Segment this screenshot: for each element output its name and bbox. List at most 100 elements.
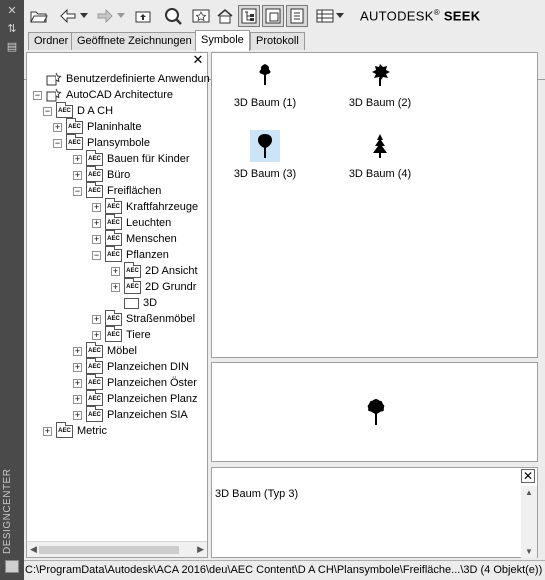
tree-symbol-1-icon — [250, 59, 280, 91]
properties-icon[interactable]: ▤ — [5, 40, 19, 54]
tree-row-label: AutoCAD Architecture — [66, 89, 173, 101]
collapse-icon[interactable]: − — [33, 90, 42, 100]
tree-row[interactable]: − AEC Plansymbole — [53, 133, 150, 151]
tree-row[interactable]: − AEC D A CH — [43, 101, 113, 119]
conifer-symbol-icon — [365, 130, 395, 162]
tree-row-label: Pflanzen — [126, 249, 169, 261]
expand-icon[interactable]: + — [73, 378, 82, 388]
back-icon[interactable] — [57, 5, 79, 27]
aec-folder-icon: AEC — [105, 309, 122, 326]
expand-icon[interactable]: + — [92, 234, 101, 244]
search-icon[interactable] — [162, 5, 184, 27]
description-scrollbar[interactable]: ▲ ▼ — [521, 486, 537, 558]
tree-row[interactable]: + AEC Büro — [73, 165, 130, 183]
symbol-item[interactable]: 3D Baum (1) — [220, 59, 310, 119]
symbol-item-label: 3D Baum (3) — [233, 168, 297, 180]
tree-row[interactable]: − AEC Freiflächen — [73, 181, 161, 199]
expand-icon[interactable]: + — [92, 330, 101, 340]
tree-row-label: Kraftfahrzeuge — [126, 201, 199, 213]
tree-row[interactable]: Benutzerdefinierte Anwendungen — [33, 71, 209, 87]
description-toggle-icon[interactable] — [286, 5, 308, 27]
aec-folder-icon: AEC — [66, 133, 83, 150]
expand-icon[interactable]: + — [111, 266, 120, 276]
forward-dropdown-icon[interactable] — [115, 5, 127, 27]
tree-row[interactable]: + AEC Leuchten — [92, 213, 172, 231]
tab-symbole[interactable]: Symbole — [195, 30, 250, 51]
expand-icon[interactable]: + — [73, 362, 82, 372]
expand-icon[interactable]: + — [73, 154, 82, 164]
tree-row-label: Bauen für Kinder — [107, 153, 190, 165]
up-icon[interactable] — [132, 5, 154, 27]
description-text: 3D Baum (Typ 3) — [215, 488, 299, 500]
tree-line — [33, 75, 42, 84]
folder-icon — [124, 297, 139, 309]
tab-geoeffnete-zeichnungen[interactable]: Geöffnete Zeichnungen — [71, 32, 198, 50]
expand-icon[interactable]: + — [73, 170, 82, 180]
pin-icon[interactable]: ⇅ — [5, 22, 19, 36]
close-icon[interactable]: ✕ — [5, 4, 19, 18]
palette-title: DESIGNCENTER — [2, 468, 13, 554]
expand-icon[interactable]: + — [92, 218, 101, 228]
aec-folder-icon: AEC — [86, 389, 103, 406]
symbol-item[interactable]: 3D Baum (2) — [335, 59, 425, 119]
back-dropdown-icon[interactable] — [78, 5, 90, 27]
expand-icon[interactable]: + — [73, 410, 82, 420]
tree-row[interactable]: + AEC Planzeichen SIA — [73, 405, 188, 423]
expand-icon[interactable]: + — [92, 314, 101, 324]
scroll-up-icon[interactable]: ▲ — [525, 488, 533, 497]
symbol-item-selected[interactable]: 3D Baum (3) — [220, 130, 310, 190]
expand-icon[interactable]: + — [73, 346, 82, 356]
home-icon[interactable] — [214, 5, 236, 27]
aec-folder-icon: AEC — [124, 261, 141, 278]
collapse-icon[interactable]: − — [43, 106, 52, 116]
description-pane: ✕ 3D Baum (Typ 3) ▲ ▼ — [211, 467, 538, 558]
views-icon[interactable] — [314, 5, 336, 27]
tree-row-label: Tiere — [126, 329, 151, 341]
status-bar-path: C:\ProgramData\Autodesk\ACA 2016\deu\AEC… — [24, 560, 545, 580]
tree-close-icon[interactable]: ✕ — [192, 53, 204, 66]
forward-icon[interactable] — [94, 5, 116, 27]
expand-icon[interactable]: + — [92, 202, 101, 212]
expand-icon[interactable]: + — [111, 282, 120, 292]
brand-reg: ® — [433, 8, 440, 17]
autodesk-seek-logo[interactable]: AUTODESK® SEEK — [360, 8, 480, 23]
designcenter-title-bar: ✕ ⇅ ▤ DESIGNCENTER — [0, 0, 24, 580]
expand-icon[interactable]: + — [43, 426, 52, 436]
tree-row-label: Planzeichen Öster — [107, 377, 197, 389]
tree-row[interactable]: − AutoCAD Architecture — [33, 87, 173, 103]
tree-row-label: Leuchten — [126, 217, 172, 229]
tree-row-label: Planzeichen Planz — [107, 393, 198, 405]
aec-folder-icon: AEC — [86, 405, 103, 422]
tree-row[interactable]: + AEC Möbel — [73, 341, 137, 359]
aec-folder-icon: AEC — [105, 213, 122, 230]
brand-prefix: AUTODESK — [360, 8, 434, 24]
tree-row[interactable]: + AEC Tiere — [92, 325, 151, 343]
tree-row[interactable]: + AEC Metric — [43, 421, 107, 439]
collapse-icon[interactable]: − — [73, 186, 82, 196]
preview-toggle-icon[interactable] — [262, 5, 284, 27]
tree-row-label: 3D — [143, 297, 158, 309]
expand-icon[interactable]: + — [53, 122, 62, 132]
scroll-down-icon[interactable]: ▼ — [525, 547, 533, 556]
open-folder-icon[interactable] — [28, 5, 50, 27]
symbol-item[interactable]: 3D Baum (4) — [335, 130, 425, 190]
tree-view-toggle-icon[interactable] — [238, 5, 260, 27]
description-close-icon[interactable]: ✕ — [521, 469, 535, 483]
tab-ordner[interactable]: Ordner — [28, 32, 75, 50]
scroll-left-icon[interactable]: ◀ — [30, 544, 37, 555]
scroll-right-icon[interactable]: ▶ — [197, 544, 204, 555]
tree-row-label: 2D Ansicht — [145, 265, 198, 277]
collapse-icon[interactable]: − — [53, 138, 62, 148]
tab-protokoll[interactable]: Protokoll — [250, 32, 305, 50]
tree-row[interactable]: + AEC 2D Grundr — [111, 277, 196, 295]
favorites-icon[interactable] — [190, 5, 212, 27]
aec-folder-icon: AEC — [86, 165, 103, 182]
tree-horizontal-scrollbar[interactable]: ◀ ▶ — [27, 541, 207, 557]
tree-row[interactable]: 3D — [111, 295, 157, 311]
views-dropdown-icon[interactable] — [334, 5, 346, 27]
scroll-thumb[interactable] — [39, 546, 179, 554]
collapse-icon[interactable]: − — [92, 250, 101, 260]
expand-icon[interactable]: + — [73, 394, 82, 404]
aec-folder-icon: AEC — [105, 325, 122, 342]
aec-folder-icon: AEC — [105, 197, 122, 214]
